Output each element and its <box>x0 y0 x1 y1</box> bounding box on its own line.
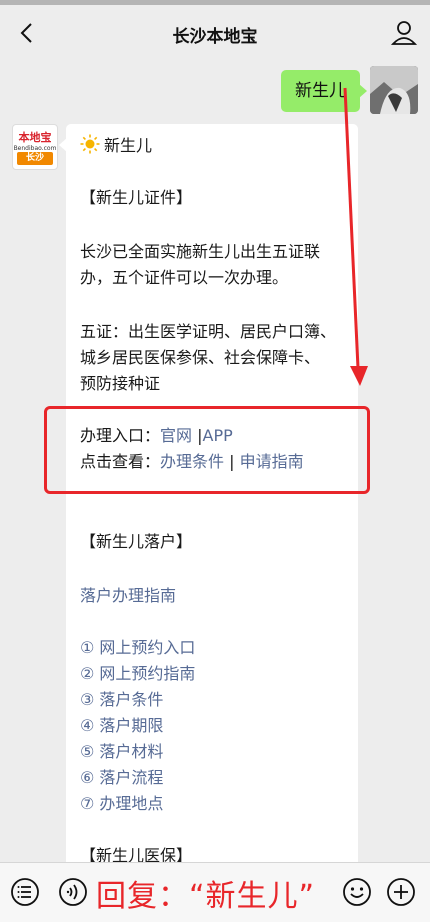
card-heading-text: 新生儿 <box>104 136 153 155</box>
user-message-bubble[interactable]: 新生儿 <box>281 70 367 112</box>
avatar-image-icon <box>370 66 418 114</box>
section-certificates: 【新生儿证件】 <box>80 188 193 207</box>
text-line: 办，五个证件可以一次办理。 <box>80 268 289 287</box>
list-item-link[interactable]: ⑦ 办理地点 <box>80 792 350 816</box>
highlight-box <box>44 406 370 494</box>
list-item-link[interactable]: ⑤ 落户材料 <box>80 740 350 764</box>
list-item-link[interactable]: ④ 落户期限 <box>80 714 350 738</box>
sun-icon <box>80 134 100 154</box>
reply-hint: 回复：“新生儿” <box>96 879 316 914</box>
bot-logo-site: Bendibao.com <box>13 145 57 152</box>
add-icon[interactable] <box>386 877 416 907</box>
status-strip <box>0 0 430 5</box>
emoji-icon[interactable] <box>342 877 372 907</box>
page-title: 长沙本地宝 <box>172 27 258 47</box>
text-line: 城乡居民医保参保、社会保障卡、 <box>80 348 321 367</box>
section-household: 【新生儿落户】 <box>80 532 193 551</box>
bot-logo-brand: 本地宝 <box>18 131 52 144</box>
list-item-link[interactable]: ⑥ 落户流程 <box>80 766 350 790</box>
voice-icon[interactable] <box>58 877 88 907</box>
menu-list-icon[interactable] <box>10 877 40 907</box>
list-item-link[interactable]: ③ 落户条件 <box>80 688 350 712</box>
profile-icon[interactable] <box>390 18 418 48</box>
bottom-bar: 回复：“新生儿” <box>0 862 430 922</box>
user-avatar[interactable] <box>370 66 418 114</box>
list-item-link[interactable]: ② 网上预约指南 <box>80 662 350 686</box>
list-item-link[interactable]: ① 网上预约入口 <box>80 636 350 660</box>
household-guide-link[interactable]: 落户办理指南 <box>80 584 350 608</box>
top-bar: 长沙本地宝 <box>0 0 430 64</box>
card-heading: 新生儿 <box>80 134 350 158</box>
text-line: 长沙已全面实施新生儿出生五证联 <box>80 242 321 261</box>
text-line: 五证：出生医学证明、居民户口簿、 <box>80 322 337 341</box>
text-line: 预防接种证 <box>80 374 161 393</box>
bot-logo-city: 长沙 <box>17 152 53 165</box>
bot-message-card: 新生儿 【新生儿证件】 长沙已全面实施新生儿出生五证联 办，五个证件可以一次办理… <box>59 124 358 884</box>
bot-avatar[interactable]: 本地宝 Bendibao.com 长沙 <box>12 124 58 170</box>
